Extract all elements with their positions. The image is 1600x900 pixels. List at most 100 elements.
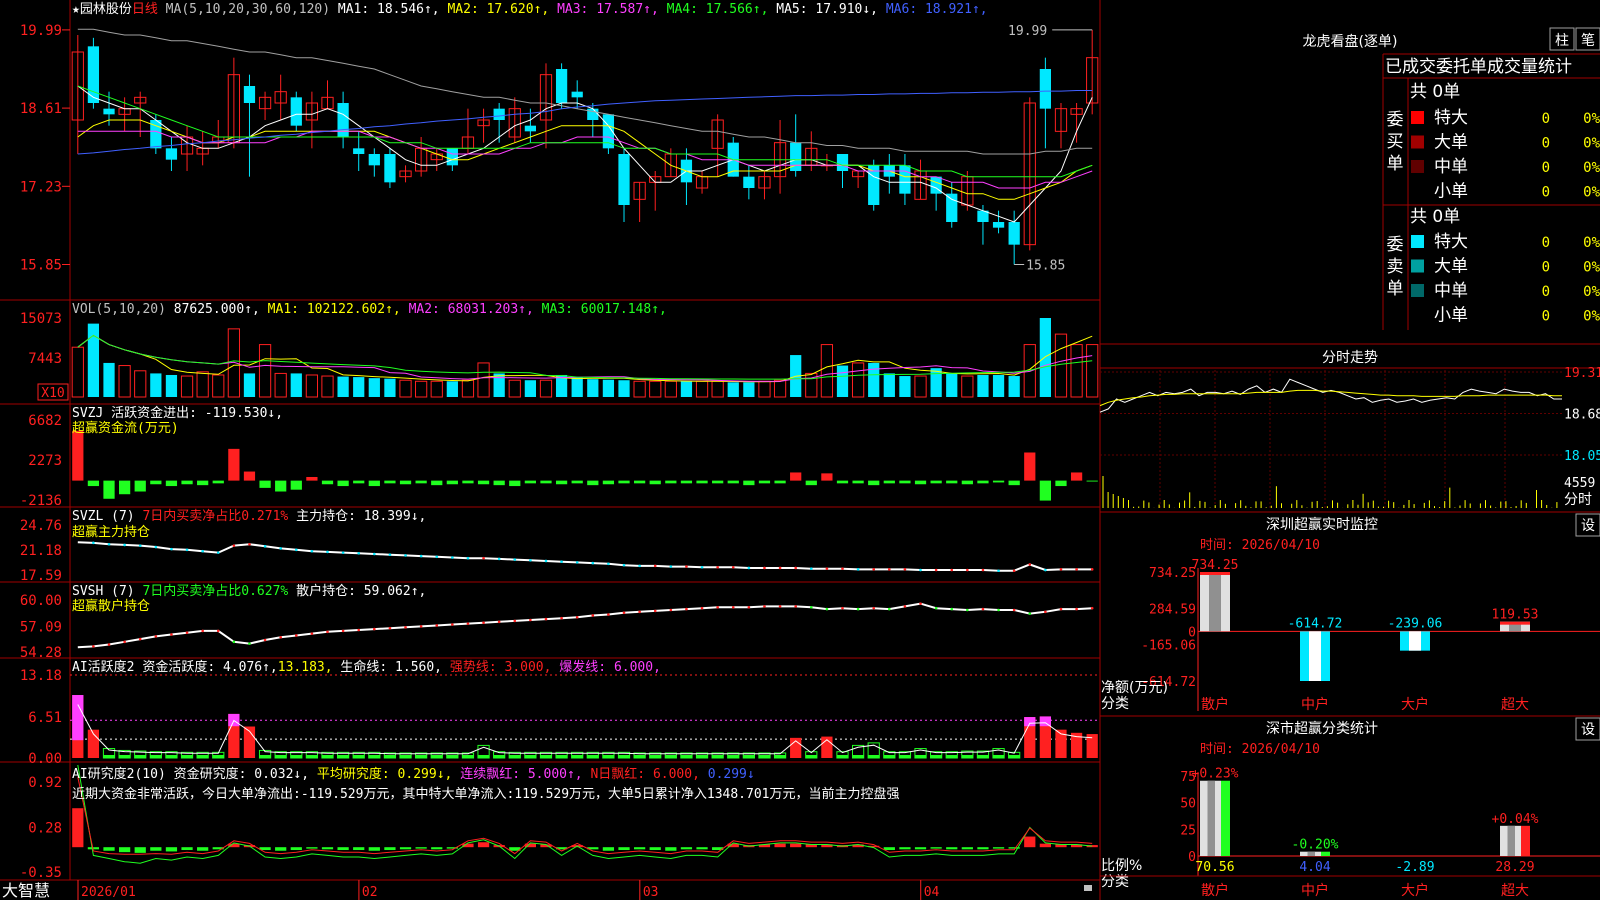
svzj-bar-negative <box>555 480 568 485</box>
ss-settings-label: 设 <box>1581 722 1595 738</box>
ss-category-label: 中户 <box>1301 882 1329 899</box>
sz-title: 深圳超赢实时监控 <box>1266 516 1378 533</box>
svzj-tick-label: 2273 <box>28 453 62 469</box>
svsh-point <box>248 642 251 645</box>
ai1-bar-base <box>977 755 989 758</box>
ai1-bar-base <box>399 755 412 758</box>
sell-row-name: 特大 <box>1434 232 1468 252</box>
stock-chart-canvas[interactable]: 19.99 18.61 17.23 15.85 19.99 15.85 ★园林股份日线 MA… <box>0 0 1600 900</box>
candle-body-down <box>165 148 178 160</box>
ai1-bar-base <box>774 755 786 758</box>
ai2-bar-negative <box>399 847 412 850</box>
fenshi-price-label: 18.05 <box>1564 449 1600 464</box>
svzl-point <box>669 565 673 568</box>
svsh-point <box>950 607 954 611</box>
sz-bar-highlight <box>1409 631 1421 651</box>
svzl-point <box>92 541 95 545</box>
ma-line-ma5 <box>77 28 1093 155</box>
svzj-bar-negative <box>634 480 646 484</box>
stats-title: 已成交委托单成交量统计 <box>1385 57 1572 77</box>
svzj-bar-negative <box>852 480 864 484</box>
svsh-point <box>232 640 236 644</box>
buy-legend-swatch <box>1411 135 1424 149</box>
svsh-point <box>919 602 922 605</box>
svzl-tick-label: 24.76 <box>20 518 62 534</box>
svsh-point <box>107 643 111 646</box>
vol-bar-down <box>602 379 615 397</box>
sell-row-percent: 0% <box>1583 260 1600 276</box>
svzj-bar-negative <box>1008 480 1020 486</box>
svzl-point <box>809 567 813 570</box>
svsh-point <box>92 645 95 648</box>
ma-line-ma4 <box>77 85 1093 178</box>
date-label: 2026/01 <box>81 885 136 900</box>
svzj-bar-positive <box>790 472 802 481</box>
svzj-bar-negative <box>743 480 755 486</box>
svzj-bar-negative <box>181 480 193 485</box>
ai1-bar-base <box>914 755 927 758</box>
svsh-point <box>747 605 751 609</box>
vol-tick-label: 15073 <box>20 311 62 327</box>
buy-row-value: 0 <box>1542 111 1550 127</box>
svzj-bar-negative <box>290 480 302 490</box>
date-label: 04 <box>924 885 940 900</box>
vol-ma-value: 68031.203↑, <box>448 302 542 317</box>
svzl-point <box>248 542 251 546</box>
svzl-point <box>138 544 142 547</box>
svzl-point <box>529 558 532 562</box>
vol-bar-down <box>165 374 178 397</box>
ma-value: 17.566↑, <box>706 2 776 17</box>
ai2-bar-negative <box>649 847 661 851</box>
svzl-point <box>201 549 204 553</box>
vol-bar-down <box>836 365 849 397</box>
ss-bottom-value: 70.56 <box>1195 860 1234 875</box>
svzj-bar-negative <box>899 480 911 484</box>
ai1-bar-base <box>805 755 817 758</box>
svzl-point <box>872 568 876 571</box>
ai1-bar-base <box>493 755 505 758</box>
ai1-header-part: 资金活跃度: 4.076↑, <box>142 659 277 675</box>
candle-body-down <box>571 91 583 98</box>
vol-bar-down <box>868 362 880 397</box>
ai2-bar-negative <box>992 847 1005 849</box>
svzj-bar-negative <box>914 480 927 485</box>
ai1-bar-base <box>696 755 708 758</box>
svsh-point <box>700 606 704 610</box>
svsh-point <box>1044 610 1047 614</box>
sz-settings-label: 设 <box>1581 518 1595 534</box>
svzl-point <box>419 554 423 558</box>
ai1-bar-base <box>103 755 115 758</box>
ai1-bar-base <box>477 755 490 758</box>
sell-legend-swatch <box>1411 259 1424 273</box>
ss-bar-highlight <box>1507 825 1515 856</box>
sz-bar-label: 119.53 <box>1492 608 1539 623</box>
ai2-bar-negative <box>119 847 131 853</box>
svzj-bar-negative <box>696 480 708 484</box>
svzj-bar-negative <box>321 480 334 485</box>
candle-body-down <box>524 125 536 132</box>
svsh-point <box>763 605 766 608</box>
buy-total: 共 0单 <box>1410 82 1460 102</box>
vol-bar-up <box>633 380 646 398</box>
ai2-bar-negative <box>150 847 162 851</box>
date-label: 03 <box>643 885 659 900</box>
svsh-point <box>326 630 329 634</box>
sell-row-value: 0 <box>1542 235 1550 251</box>
svzl-point <box>731 565 735 569</box>
svzj-bar-positive <box>1070 472 1083 481</box>
ai2-bar-positive <box>790 843 802 848</box>
sell-legend-swatch <box>1411 235 1424 248</box>
vol-label: VOL(5,10,20) <box>72 302 174 317</box>
svzl-point <box>154 545 158 549</box>
svsh-point <box>903 605 907 608</box>
fenshi-vol-label: 4559 <box>1564 476 1595 491</box>
buy-row-percent: 0% <box>1583 111 1600 127</box>
svsh-point <box>669 608 673 612</box>
svsh-point <box>201 629 204 633</box>
svzl-point <box>950 568 954 572</box>
vol-bar-down <box>446 381 458 397</box>
fenshi-price-label: 19.31 <box>1564 366 1600 381</box>
lock-icon <box>1084 885 1092 891</box>
svsh-point <box>419 625 423 628</box>
svzl-point <box>888 568 891 571</box>
